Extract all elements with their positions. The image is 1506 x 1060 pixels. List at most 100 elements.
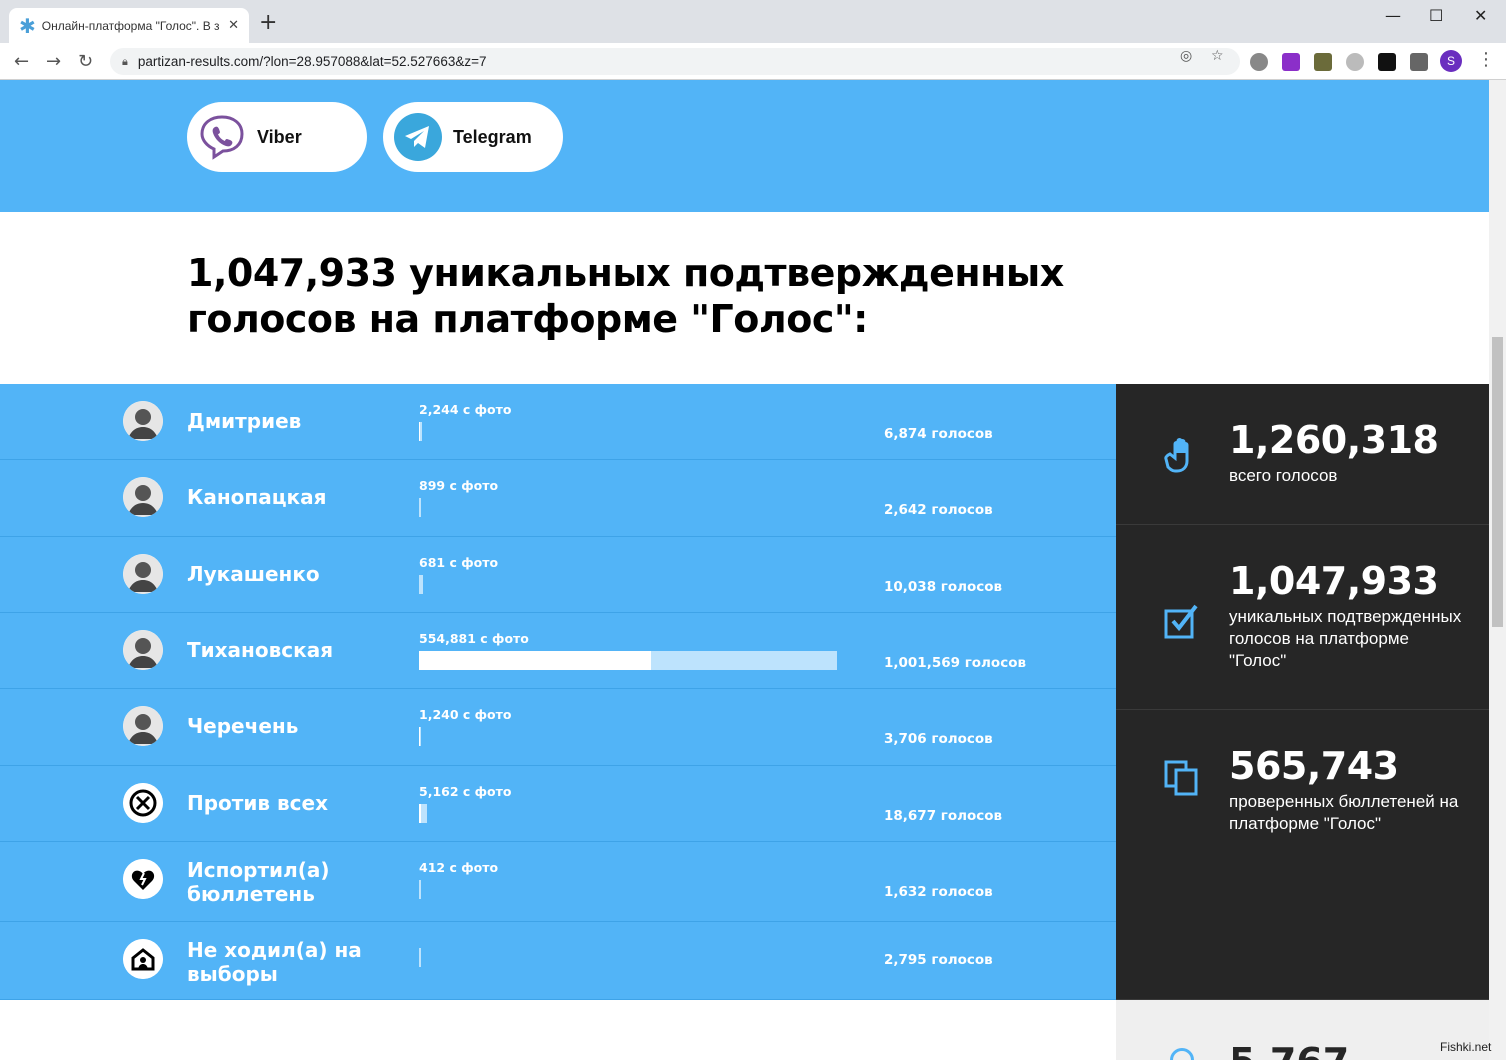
extension-gear-icon[interactable]	[1250, 53, 1268, 71]
telegram-button[interactable]: Telegram	[383, 102, 563, 172]
candidate-row: Дмитриев 2,244 с фото 6,874 голосов	[0, 384, 1116, 460]
stat-description: уникальных подтвержденных голосов на пла…	[1229, 607, 1462, 670]
vote-bar-total	[419, 880, 421, 899]
photo-count: 899 с фото	[419, 478, 499, 493]
candidate-name: Испортил(а) бюллетень	[187, 858, 330, 906]
tab-close-icon[interactable]: ✕	[228, 18, 239, 33]
menu-dots-icon[interactable]: ⋮	[1477, 49, 1495, 70]
photo-count: 412 с фото	[419, 860, 499, 875]
telegram-icon	[394, 113, 442, 161]
candidate-name: Не ходил(а) на выборы	[187, 938, 362, 986]
hand-icon	[1162, 436, 1202, 480]
candidate-name: Лукашенко	[187, 562, 320, 586]
hero-banner: Viber Telegram	[0, 80, 1489, 212]
ballots-icon	[1162, 758, 1202, 802]
stat-number: 1,047,933	[1229, 559, 1439, 603]
stat-block: 565,743 проверенных бюллетеней на платфор…	[1116, 710, 1489, 1000]
checkbox-icon	[1162, 601, 1202, 645]
viber-button[interactable]: Viber	[187, 102, 367, 172]
candidate-name: Тихановская	[187, 638, 334, 662]
vote-bar-total	[419, 575, 423, 594]
location-blocked-icon[interactable]: ◎	[1180, 48, 1192, 64]
back-icon[interactable]: ←	[14, 51, 29, 72]
reload-icon[interactable]: ↻	[78, 51, 93, 72]
page-content: Viber Telegram 1,047,933 уникальных подт…	[0, 80, 1489, 1060]
vote-bar-total	[419, 498, 421, 517]
minimize-button[interactable]: —	[1385, 6, 1401, 25]
vote-bar-photos	[419, 651, 651, 670]
photo-count: 5,162 с фото	[419, 784, 512, 799]
page-scrollbar[interactable]	[1489, 80, 1506, 1060]
viber-icon	[200, 115, 244, 160]
extension-sync-icon[interactable]	[1346, 53, 1364, 71]
candidate-avatar	[123, 401, 163, 441]
new-tab-button[interactable]: +	[259, 12, 277, 34]
stat-number: 565,743	[1229, 744, 1399, 788]
browser-tab[interactable]: ✱ Онлайн-платформа "Голос". В з ✕	[9, 8, 249, 43]
bottom-stat-number: 5,767	[1229, 1040, 1349, 1060]
candidate-avatar	[123, 630, 163, 670]
vote-bar-photos	[419, 422, 420, 441]
stat-number: 1,260,318	[1229, 418, 1439, 462]
vote-count: 3,706 голосов	[884, 731, 993, 747]
extension-rp-icon[interactable]	[1282, 53, 1300, 71]
vote-count: 1,001,569 голосов	[884, 655, 1027, 671]
cross-circle-icon	[123, 783, 163, 823]
bookmark-star-icon[interactable]: ☆	[1211, 48, 1224, 64]
telegram-label: Telegram	[453, 126, 532, 147]
candidate-results: Дмитриев 2,244 с фото 6,874 голосов Канопац…	[0, 384, 1116, 1000]
candidate-name: Против всех	[187, 791, 328, 815]
vote-bar-total	[419, 948, 421, 967]
extension-camera-icon[interactable]	[1378, 53, 1396, 71]
candidate-row: Лукашенко 681 с фото 10,038 голосов	[0, 537, 1116, 613]
candidate-avatar	[123, 477, 163, 517]
lock-icon: 🔒︎	[122, 54, 128, 68]
browser-tabbar: ✱ Онлайн-платформа "Голос". В з ✕ + — ☐ …	[0, 0, 1506, 43]
photo-count: 554,881 с фото	[419, 631, 529, 646]
stat-description: проверенных бюллетеней на платформе "Гол…	[1229, 792, 1459, 833]
maximize-button[interactable]: ☐	[1429, 6, 1443, 25]
photo-count: 2,244 с фото	[419, 402, 512, 417]
vote-count: 2,642 голосов	[884, 502, 993, 518]
candidate-name: Дмитриев	[187, 409, 302, 433]
candidate-row: Не ходил(а) на выборы 2,795 голосов	[0, 922, 1116, 1000]
summary-stats: 1,260,318 всего голосов 1,047,933 уникальны…	[1116, 384, 1489, 1000]
candidate-row: Испортил(а) бюллетень 412 с фото 1,632 гол…	[0, 842, 1116, 922]
extension-screen-icon[interactable]	[1314, 53, 1332, 71]
candidate-avatar	[123, 706, 163, 746]
vote-bar-photos	[419, 727, 420, 746]
address-bar: ← → ↻ 🔒︎ partizan-results.com/?lon=28.95…	[0, 43, 1506, 80]
stat-description: всего голосов	[1229, 466, 1338, 485]
watermark: Fishki.net	[1440, 1040, 1492, 1054]
tab-title: Онлайн-платформа "Голос". В з	[41, 18, 220, 33]
asterisk-favicon-icon: ✱	[19, 13, 36, 38]
stat-block: 1,047,933 уникальных подтвержденных голос…	[1116, 525, 1489, 710]
vote-count: 2,795 голосов	[884, 952, 993, 968]
scrollbar-thumb[interactable]	[1492, 337, 1503, 627]
stat-block: 1,260,318 всего голосов	[1116, 384, 1489, 525]
photo-count: 681 с фото	[419, 555, 499, 570]
vote-count: 18,677 голосов	[884, 808, 1003, 824]
vote-count: 10,038 голосов	[884, 579, 1003, 595]
vote-bar-photos	[419, 804, 421, 823]
url-field[interactable]: 🔒︎ partizan-results.com/?lon=28.957088&l…	[110, 48, 1240, 75]
candidate-avatar	[123, 554, 163, 594]
viber-label: Viber	[257, 126, 302, 147]
candidate-name: Канопацкая	[187, 485, 327, 509]
close-window-button[interactable]: ✕	[1474, 6, 1487, 25]
candidate-row: Канопацкая 899 с фото 2,642 голосов	[0, 460, 1116, 537]
house-person-icon	[123, 939, 163, 979]
candidate-row: Черечень 1,240 с фото 3,706 голосов	[0, 689, 1116, 766]
candidate-row: Тихановская 554,881 с фото 1,001,569 голос…	[0, 613, 1116, 689]
broken-heart-icon	[123, 859, 163, 899]
candidate-row: Против всех 5,162 с фото 18,677 голосов	[0, 766, 1116, 842]
profile-avatar[interactable]: S	[1440, 50, 1462, 72]
vote-count: 1,632 голосов	[884, 884, 993, 900]
candidate-name: Черечень	[187, 714, 299, 738]
extensions-puzzle-icon[interactable]	[1410, 53, 1428, 71]
vote-count: 6,874 голосов	[884, 426, 993, 442]
forward-icon[interactable]: →	[46, 51, 61, 72]
photo-count: 1,240 с фото	[419, 707, 512, 722]
url-text: partizan-results.com/?lon=28.957088&lat=…	[137, 54, 487, 69]
page-title: 1,047,933 уникальных подтвержденных голо…	[187, 251, 1064, 341]
